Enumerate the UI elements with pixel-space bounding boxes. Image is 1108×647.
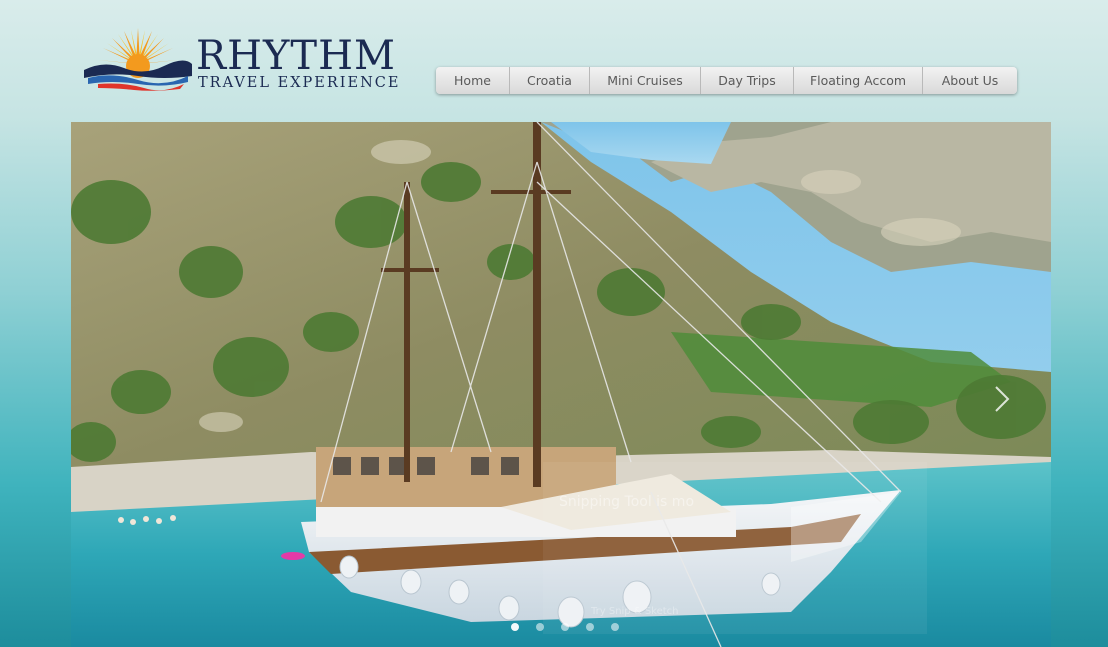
slide-dot-5[interactable]: [611, 623, 619, 631]
slide-dot-2[interactable]: [536, 623, 544, 631]
slide-dot-3[interactable]: [561, 623, 569, 631]
slide-dot-4[interactable]: [586, 623, 594, 631]
hero-slideshow[interactable]: Snipping Tool is mo Try Snip & Sketch: [71, 122, 1051, 647]
nav-item-day-trips[interactable]: Day Trips: [701, 67, 794, 94]
watermark-subtitle: Try Snip & Sketch: [591, 606, 679, 617]
main-navigation: Home Croatia Mini Cruises Day Trips Floa…: [436, 67, 1017, 94]
watermark-title: Snipping Tool is mo: [559, 494, 695, 510]
brand-tagline: TRAVEL EXPERIENCE: [198, 75, 401, 91]
slide-dot-1[interactable]: [511, 623, 519, 631]
nav-item-home[interactable]: Home: [436, 67, 510, 94]
slide-pagination: [511, 623, 619, 631]
nav-item-mini-cruises[interactable]: Mini Cruises: [590, 67, 701, 94]
nav-item-croatia[interactable]: Croatia: [510, 67, 590, 94]
nav-item-about-us[interactable]: About Us: [923, 67, 1017, 94]
site-logo[interactable]: RHYTHM TRAVEL EXPERIENCE: [84, 22, 398, 97]
nav-item-floating-accom[interactable]: Floating Accom: [794, 67, 923, 94]
brand-name: RHYTHM: [196, 33, 396, 79]
sunrise-logo-icon: [84, 28, 192, 91]
chevron-right-icon[interactable]: [993, 384, 1011, 414]
